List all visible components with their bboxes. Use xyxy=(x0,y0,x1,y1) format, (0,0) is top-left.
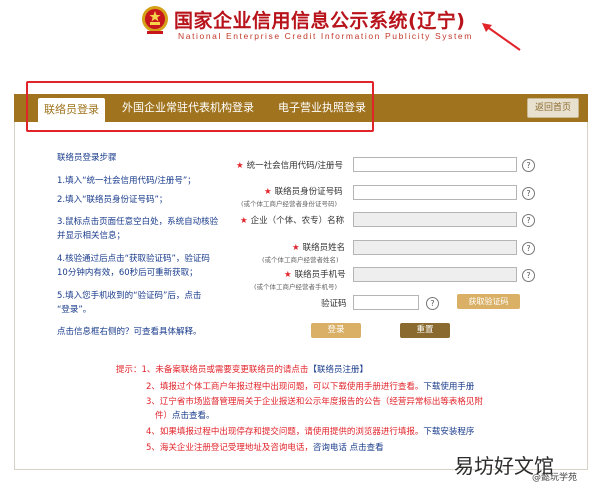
reset-button[interactable]: 重置 xyxy=(400,323,450,338)
credit-code-label-text: 统一社会信用代码/注册号 xyxy=(246,161,343,171)
verify-code-input[interactable] xyxy=(353,295,419,310)
get-code-button[interactable]: 获取验证码 xyxy=(457,294,520,309)
liaison-name-label-text: 联络员姓名 xyxy=(302,243,346,253)
tip-text: 4、如果填报过程中出现停存和提交问题，请使用提供的浏览器进行填报。 xyxy=(146,427,424,437)
tip-line-2: 2、填报过个体工商户年报过程中出现问题，可以下载使用手册进行查看。下载使用手册 xyxy=(146,380,474,392)
step-item: 10分钟内有效，60秒后可重新获取； xyxy=(57,268,198,278)
id-number-label: ★ 联络员身份证号码 xyxy=(264,185,343,197)
credit-code-input[interactable] xyxy=(353,157,517,172)
step-item: 2.填入“联络员身份证号码”； xyxy=(57,195,168,205)
tip-text: 件） xyxy=(155,411,173,421)
site-header: 国家企业信用信息公示系统(辽宁) National Enterprise Cre… xyxy=(0,0,600,54)
required-icon: ★ xyxy=(264,187,272,197)
steps-title: 联络员登录步骤 xyxy=(57,153,117,163)
tip-text: 5、海关企业注册登记受理地址及咨询电话， xyxy=(146,443,313,453)
tip-text: 3、辽宁省市场监督管理局关于企业报送和公示年度报告的公告（经营异常标出等表格见附 xyxy=(146,397,483,407)
tip-text: 1、未备案联络员或需要变更联络员的请点击 xyxy=(141,365,309,375)
step-item: 3.鼠标点击页面任意空白处，系统自动核验 xyxy=(57,217,219,227)
tip-line-4: 4、如果填报过程中出现停存和提交问题，请使用提供的浏览器进行填报。下载安装程序 xyxy=(146,425,474,437)
tip-line-5: 5、海关企业注册登记受理地址及咨询电话，咨询电话 点击查看 xyxy=(146,441,384,453)
id-number-sublabel: (或个体工商户经营者身份证号码) xyxy=(241,200,338,208)
site-subtitle: National Enterprise Credit Information P… xyxy=(178,31,473,41)
help-icon[interactable]: ? xyxy=(522,269,535,282)
phone-input[interactable] xyxy=(353,267,517,282)
tip-line-1: 提示：1、未备案联络员或需要变更联络员的请点击【联络员注册】 xyxy=(116,363,368,375)
id-number-input[interactable] xyxy=(353,185,517,200)
steps-help-note: 点击信息框右侧的？可查看具体解释。 xyxy=(57,327,202,337)
back-home-button[interactable]: 返回首页 xyxy=(527,98,579,118)
company-name-label: ★ 企业（个体、农专）名称 xyxy=(240,214,344,226)
company-name-label-text: 企业（个体、农专）名称 xyxy=(250,216,345,226)
tips-prefix: 提示： xyxy=(116,365,142,375)
tip-line-3a: 3、辽宁省市场监督管理局关于企业报送和公示年度报告的公告（经营异常标出等表格见附 xyxy=(146,395,483,407)
help-icon[interactable]: ? xyxy=(522,242,535,255)
liaison-name-input[interactable] xyxy=(353,240,517,255)
register-link[interactable]: 【联络员注册】 xyxy=(308,365,368,375)
help-icon[interactable]: ? xyxy=(426,297,439,310)
tip-line-3b: 件）点击查看。 xyxy=(155,409,215,421)
required-icon: ★ xyxy=(236,161,244,171)
watermark-small: @懿玩学苑 xyxy=(532,473,578,483)
step-item: “登录”。 xyxy=(57,305,92,315)
step-item: 5.填入您手机收到的“验证码”后，点击 xyxy=(57,291,202,301)
download-installer-link[interactable]: 下载安装程序 xyxy=(423,427,474,437)
tip-text: 2、填报过个体工商户年报过程中出现问题，可以下载使用手册进行查看。 xyxy=(146,382,424,392)
site-region: (辽宁) xyxy=(408,10,466,32)
site-title: 国家企业信用信息公示系统(辽宁) xyxy=(174,6,465,33)
login-button[interactable]: 登录 xyxy=(311,323,361,338)
liaison-name-label: ★ 联络员姓名 xyxy=(292,241,345,253)
national-emblem-icon xyxy=(142,6,168,34)
highlight-box xyxy=(26,81,374,132)
id-number-label-text: 联络员身份证号码 xyxy=(274,187,343,197)
site-title-text: 国家企业信用信息公示系统 xyxy=(174,10,409,32)
help-icon[interactable]: ? xyxy=(522,214,535,227)
customs-contact-link[interactable]: 咨询电话 点击查看 xyxy=(313,443,384,453)
view-announcement-link[interactable]: 点击查看。 xyxy=(172,411,215,421)
help-icon[interactable]: ? xyxy=(522,159,535,172)
credit-code-label: ★ 统一社会信用代码/注册号 xyxy=(236,159,343,171)
help-icon[interactable]: ? xyxy=(522,187,535,200)
annotation-arrow-icon xyxy=(482,23,521,51)
step-item: 4.核验通过后点击“获取验证码”，验证码 xyxy=(57,254,210,264)
company-name-input[interactable] xyxy=(353,212,517,227)
phone-sublabel: (或个体工商户经营者手机号) xyxy=(254,283,338,291)
phone-label-text: 联络员手机号 xyxy=(294,270,346,280)
download-manual-link[interactable]: 下载使用手册 xyxy=(423,382,474,392)
phone-label: ★ 联络员手机号 xyxy=(284,268,346,280)
step-item: 并显示相关信息； xyxy=(57,231,126,241)
required-icon: ★ xyxy=(284,270,292,280)
liaison-name-sublabel: (或个体工商户经营者姓名) xyxy=(262,256,339,264)
required-icon: ★ xyxy=(292,243,300,253)
required-icon: ★ xyxy=(240,216,248,226)
step-item: 1.填入“统一社会信用代码/注册号”； xyxy=(57,176,196,186)
verify-code-label: 验证码 xyxy=(321,299,347,309)
